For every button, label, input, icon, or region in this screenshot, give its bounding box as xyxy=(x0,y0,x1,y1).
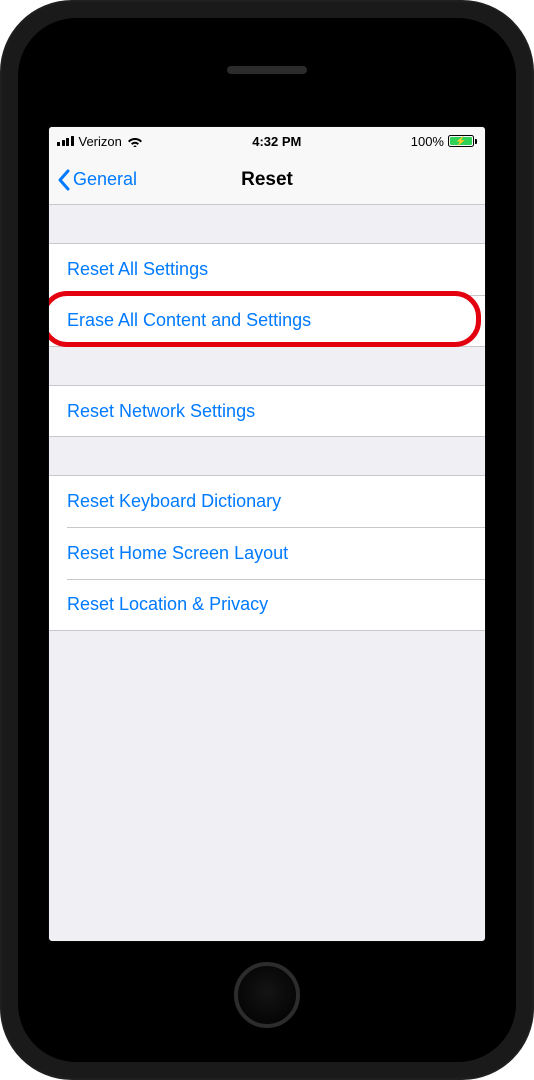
battery-icon: ⚡ xyxy=(448,135,477,147)
device-frame: Verizon 4:32 PM 100% ⚡ xyxy=(0,0,534,1080)
cell-signal-icon xyxy=(57,136,74,146)
row-label: Reset Keyboard Dictionary xyxy=(67,491,281,512)
row-label: Reset Network Settings xyxy=(67,401,255,422)
earpiece-speaker xyxy=(227,66,307,74)
row-reset-keyboard-dict[interactable]: Reset Keyboard Dictionary xyxy=(49,475,485,527)
nav-bar: General Reset xyxy=(49,155,485,205)
carrier-label: Verizon xyxy=(79,134,122,149)
row-label: Reset Home Screen Layout xyxy=(67,543,288,564)
wifi-icon xyxy=(127,135,143,147)
row-reset-network-settings[interactable]: Reset Network Settings xyxy=(49,385,485,437)
chevron-left-icon xyxy=(57,169,71,191)
row-label: Erase All Content and Settings xyxy=(67,310,311,331)
device-bezel: Verizon 4:32 PM 100% ⚡ xyxy=(18,18,516,1062)
group-3: Reset Keyboard Dictionary Reset Home Scr… xyxy=(49,475,485,631)
row-erase-all-content[interactable]: Erase All Content and Settings xyxy=(49,295,485,347)
row-reset-location-privacy[interactable]: Reset Location & Privacy xyxy=(49,579,485,631)
battery-pct: 100% xyxy=(411,134,444,149)
status-bar: Verizon 4:32 PM 100% ⚡ xyxy=(49,127,485,155)
row-reset-all-settings[interactable]: Reset All Settings xyxy=(49,243,485,295)
row-label: Reset Location & Privacy xyxy=(67,594,268,615)
group-1: Reset All Settings Erase All Content and… xyxy=(49,243,485,347)
clock: 4:32 PM xyxy=(252,134,301,149)
home-button[interactable] xyxy=(234,962,300,1028)
group-2: Reset Network Settings xyxy=(49,385,485,437)
screen: Verizon 4:32 PM 100% ⚡ xyxy=(48,126,486,942)
settings-list: Reset All Settings Erase All Content and… xyxy=(49,243,485,631)
row-reset-home-layout[interactable]: Reset Home Screen Layout xyxy=(49,527,485,579)
charging-bolt-icon: ⚡ xyxy=(455,137,466,146)
back-label: General xyxy=(73,169,137,190)
back-button[interactable]: General xyxy=(57,169,137,191)
row-label: Reset All Settings xyxy=(67,259,208,280)
